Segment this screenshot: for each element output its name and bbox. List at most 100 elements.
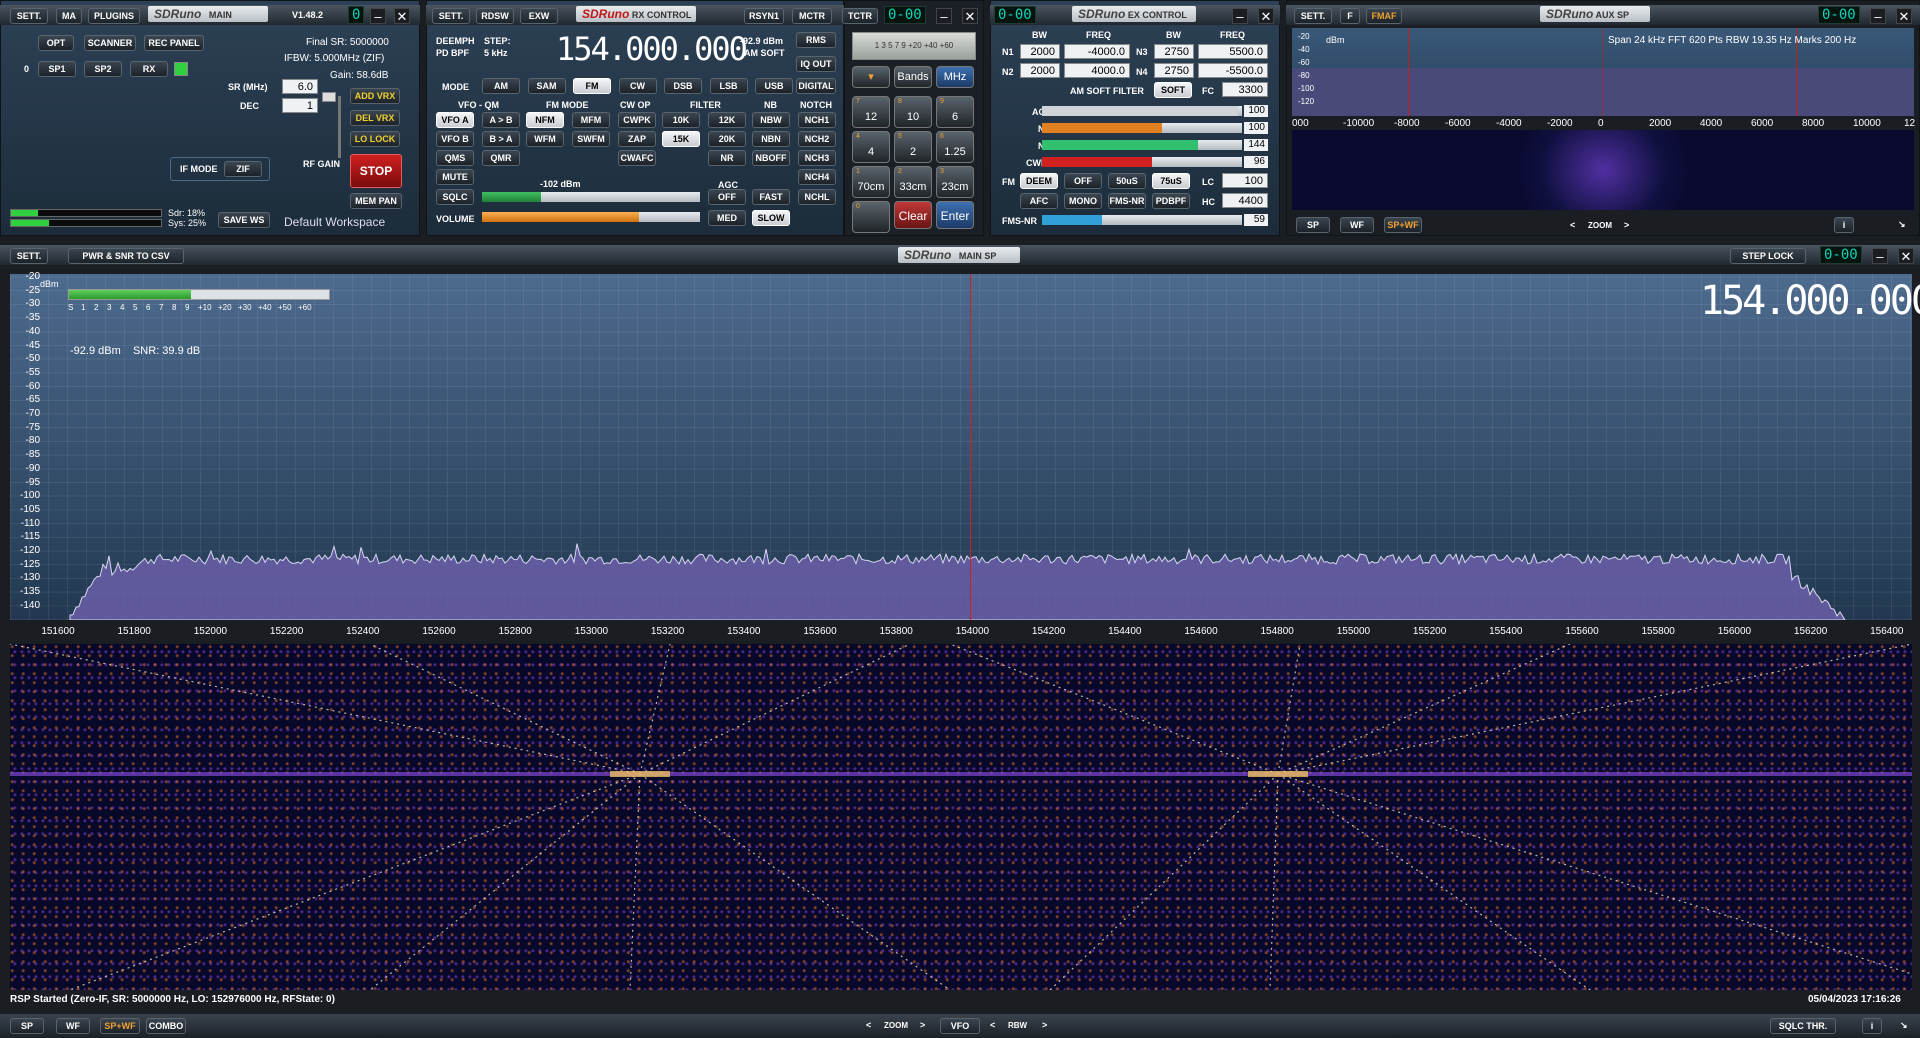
qmr-button[interactable]: QMR: [482, 150, 520, 166]
nboff-button[interactable]: NBOFF: [752, 150, 790, 166]
close-icon[interactable]: ✕: [394, 8, 410, 24]
vfo-b-button[interactable]: VFO B: [436, 131, 474, 147]
nfm-button[interactable]: NFM: [526, 112, 564, 128]
n4-freq-field[interactable]: -5500.0: [1198, 63, 1268, 78]
aux-waterfall[interactable]: [1292, 130, 1914, 210]
keypad-key-5[interactable]: 52: [894, 131, 932, 163]
rf-gain-slider-handle[interactable]: [322, 92, 336, 102]
afc-button[interactable]: AFC: [1020, 193, 1058, 209]
cwpk-button[interactable]: CWPK: [618, 112, 656, 128]
agc-slow-button[interactable]: SLOW: [752, 210, 790, 226]
filter-20k-button[interactable]: 20K: [708, 131, 746, 147]
step-value[interactable]: 5 kHz: [484, 48, 508, 58]
main-settings-button[interactable]: SETT.: [10, 8, 48, 24]
50us-button[interactable]: 50uS: [1108, 173, 1146, 189]
aux-minimize-icon[interactable]: –: [1870, 8, 1886, 24]
bands-key[interactable]: Bands: [894, 66, 932, 88]
sqlc-button[interactable]: SQLC: [436, 189, 474, 205]
filter-15k-button[interactable]: 15K: [662, 131, 700, 147]
fc-field[interactable]: 3300: [1222, 82, 1268, 97]
mono-button[interactable]: MONO: [1064, 193, 1102, 209]
del-vrx-button[interactable]: DEL VRX: [350, 110, 400, 126]
nch3-button[interactable]: NCH3: [798, 150, 836, 166]
minimize-icon[interactable]: –: [370, 8, 386, 24]
n4-bw-field[interactable]: 2750: [1154, 63, 1194, 78]
fms-nr-slider[interactable]: [1042, 215, 1242, 225]
mode-dsb-button[interactable]: DSB: [664, 78, 702, 94]
volume-slider[interactable]: [482, 212, 700, 222]
aux-info-button[interactable]: i: [1834, 217, 1854, 233]
nr-slider[interactable]: [1042, 140, 1242, 150]
aux-resize-icon[interactable]: ↘: [1898, 219, 1906, 230]
step-lock-button[interactable]: STEP LOCK: [1730, 248, 1806, 264]
pdbpf-button[interactable]: PDBPF: [1152, 193, 1190, 209]
rx-frequency-display[interactable]: 154.000.000: [556, 30, 748, 68]
scanner-button[interactable]: SCANNER: [84, 35, 136, 51]
nbw-button[interactable]: NBW: [752, 112, 790, 128]
mute-button[interactable]: MUTE: [436, 169, 474, 185]
waterfall-display[interactable]: [10, 644, 1912, 990]
enter-key[interactable]: Enter: [936, 201, 974, 229]
rbw-left-icon[interactable]: <: [990, 1020, 995, 1030]
cwpk-slider[interactable]: [1042, 157, 1242, 167]
plugins-button[interactable]: PLUGINS: [88, 8, 140, 24]
aux-zoom-out-icon[interactable]: <: [1570, 220, 1575, 230]
aux-spwf-button[interactable]: SP+WF: [1384, 217, 1422, 233]
vfo-a-button[interactable]: VFO A: [436, 112, 474, 128]
sp2-button[interactable]: SP2: [84, 61, 122, 77]
keypad-key-7[interactable]: 7 12: [852, 96, 890, 128]
rec-panel-button[interactable]: REC PANEL: [144, 35, 204, 51]
a-to-b-button[interactable]: A > B: [482, 112, 520, 128]
nbn-button[interactable]: NBN: [752, 131, 790, 147]
soft-button[interactable]: SOFT: [1154, 82, 1192, 98]
ma-button[interactable]: MA: [56, 8, 82, 24]
sr-field[interactable]: 6.0: [282, 79, 318, 94]
zoom-out-icon[interactable]: <: [866, 1020, 871, 1030]
combo-button[interactable]: COMBO: [146, 1018, 186, 1034]
nr-button[interactable]: NR: [708, 150, 746, 166]
zif-button[interactable]: ZIF: [224, 161, 262, 177]
n3-freq-field[interactable]: 5500.0: [1198, 44, 1268, 59]
mode-sam-button[interactable]: SAM: [527, 78, 566, 94]
f-button[interactable]: F: [1340, 8, 1360, 24]
cwafc-button[interactable]: CWAFC: [618, 150, 656, 166]
keypad-key-8[interactable]: 8 10: [894, 96, 932, 128]
clear-key[interactable]: Clear: [894, 201, 932, 229]
agc-fast-button[interactable]: FAST: [752, 189, 790, 205]
rx-minimize-icon[interactable]: –: [936, 8, 952, 24]
bottom-info-button[interactable]: i: [1862, 1018, 1882, 1034]
ex-minimize-icon[interactable]: –: [1232, 8, 1248, 24]
rx-button[interactable]: RX: [130, 61, 168, 77]
aux-zoom-in-icon[interactable]: >: [1624, 220, 1629, 230]
keypad-arrow-key[interactable]: ▾: [852, 66, 890, 88]
mctr-button[interactable]: MCTR: [792, 8, 832, 24]
qms-button[interactable]: QMS: [436, 150, 474, 166]
aux-close-icon[interactable]: ✕: [1896, 8, 1912, 24]
hc-field[interactable]: 4400: [1222, 193, 1268, 208]
fm-off-button[interactable]: OFF: [1064, 173, 1102, 189]
n2-bw-field[interactable]: 2000: [1020, 63, 1060, 78]
nchl-button[interactable]: NCHL: [798, 189, 836, 205]
aux-settings-button[interactable]: SETT.: [1294, 8, 1332, 24]
keypad-key-6[interactable]: 6 1.25: [936, 131, 974, 163]
keypad-key-0[interactable]: 0: [852, 201, 890, 233]
bottom-wf-button[interactable]: WF: [56, 1018, 90, 1034]
aux-sp-button[interactable]: SP: [1296, 217, 1330, 233]
mode-lsb-button[interactable]: LSB: [709, 78, 748, 94]
add-vrx-button[interactable]: ADD VRX: [350, 88, 400, 104]
filter-12k-button[interactable]: 12K: [708, 112, 746, 128]
keypad-key-3[interactable]: 3 23cm: [936, 166, 974, 198]
sqlc-slider[interactable]: [482, 192, 700, 202]
sqlc-thr-button[interactable]: SQLC THR.: [1770, 1018, 1836, 1034]
75us-button[interactable]: 75uS: [1152, 173, 1190, 189]
keypad-key-4[interactable]: 44: [852, 131, 890, 163]
mem-pan-button[interactable]: MEM PAN: [350, 193, 402, 209]
rx-close-icon[interactable]: ✕: [962, 8, 978, 24]
nch2-button[interactable]: NCH2: [798, 131, 836, 147]
dec-field[interactable]: 1: [282, 98, 318, 113]
opt-button[interactable]: OPT: [38, 35, 74, 51]
pwr-csv-button[interactable]: PWR & SNR TO CSV: [68, 248, 184, 264]
bottom-spwf-button[interactable]: SP+WF: [100, 1018, 140, 1034]
sp-close-icon[interactable]: ✕: [1898, 248, 1914, 264]
wfm-button[interactable]: WFM: [526, 131, 564, 147]
